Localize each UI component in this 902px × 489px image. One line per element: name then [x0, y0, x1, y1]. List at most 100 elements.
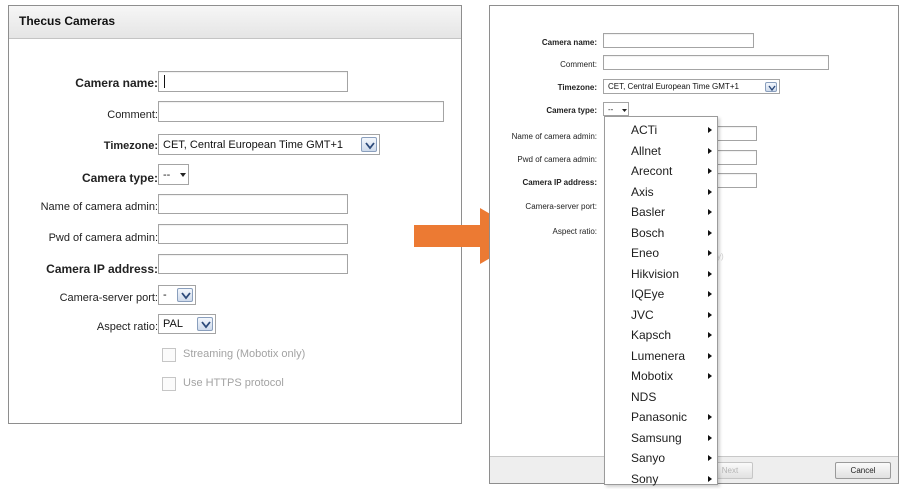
timezone-select[interactable]: CET, Central European Time GMT+1 [158, 134, 380, 155]
menu-item-axis[interactable]: Axis [605, 182, 717, 203]
camera-type-label: Camera type: [82, 171, 158, 185]
caret-right-icon [708, 250, 712, 256]
menu-item-hikvision[interactable]: Hikvision [605, 264, 717, 285]
menu-item-label: Basler [631, 205, 665, 219]
timezone-value: CET, Central European Time GMT+1 [608, 82, 739, 91]
streaming-checkbox[interactable] [162, 348, 176, 362]
menu-item-label: Lumenera [631, 349, 685, 363]
menu-item-lumenera[interactable]: Lumenera [605, 346, 717, 367]
menu-item-label: Eneo [631, 246, 659, 260]
admin-name-input[interactable] [158, 194, 348, 214]
caret-right-icon [708, 332, 712, 338]
admin-pwd-label: Pwd of camera admin: [517, 155, 597, 164]
caret-right-icon [708, 312, 712, 318]
comment-label: Comment: [560, 60, 597, 69]
timezone-label: Timezone: [558, 83, 597, 92]
streaming-label: Streaming (Mobotix only) [183, 348, 305, 360]
caret-right-icon [708, 148, 712, 154]
menu-item-samsung[interactable]: Samsung [605, 428, 717, 449]
menu-item-label: Arecont [631, 164, 672, 178]
chevron-down-icon[interactable] [177, 288, 193, 302]
camera-type-dropdown-panel: Camera name: Comment: Timezone: CET, Cen… [489, 5, 899, 484]
camera-settings-panel: Thecus Cameras Camera name: Comment: Tim… [8, 5, 462, 424]
timezone-value: CET, Central European Time GMT+1 [163, 139, 343, 151]
menu-item-label: Allnet [631, 144, 661, 158]
menu-item-panasonic[interactable]: Panasonic [605, 407, 717, 428]
menu-item-label: Mobotix [631, 369, 673, 383]
menu-item-label: IQEye [631, 287, 664, 301]
caret-right-icon [708, 271, 712, 277]
menu-item-label: JVC [631, 308, 654, 322]
ip-address-input[interactable] [716, 173, 757, 188]
https-label: Use HTTPS protocol [183, 377, 284, 389]
menu-item-eneo[interactable]: Eneo [605, 243, 717, 264]
camera-name-input[interactable] [603, 33, 754, 48]
cancel-button[interactable]: Cancel [835, 462, 891, 479]
menu-item-sanyo[interactable]: Sanyo [605, 448, 717, 469]
aspect-ratio-label: Aspect ratio: [553, 227, 597, 236]
admin-pwd-input[interactable] [158, 224, 348, 244]
menu-item-label: Axis [631, 185, 654, 199]
timezone-label: Timezone: [104, 140, 158, 152]
camera-name-input[interactable] [158, 71, 348, 92]
menu-item-arecont[interactable]: Arecont [605, 161, 717, 182]
camera-name-label: Camera name: [75, 76, 158, 90]
panel-title: Thecus Cameras [19, 14, 115, 28]
menu-item-label: Panasonic [631, 410, 687, 424]
server-port-label: Camera-server port: [60, 292, 158, 304]
caret-right-icon [708, 414, 712, 420]
camera-type-menu: ACTi Allnet Arecont Axis Basler Bosch Eneo Hikv… [604, 116, 718, 485]
camera-type-value: -- [163, 169, 170, 181]
comment-label: Comment: [107, 109, 158, 121]
menu-item-kapsch[interactable]: Kapsch [605, 325, 717, 346]
camera-type-select[interactable]: -- [158, 164, 189, 185]
menu-item-allnet[interactable]: Allnet [605, 141, 717, 162]
timezone-select[interactable]: CET, Central European Time GMT+1 [603, 79, 780, 94]
caret-right-icon [708, 291, 712, 297]
menu-item-jvc[interactable]: JVC [605, 305, 717, 326]
server-port-select[interactable]: - [158, 285, 196, 305]
aspect-ratio-label: Aspect ratio: [97, 321, 158, 333]
caret-down-icon [180, 173, 186, 177]
server-port-value: - [163, 289, 167, 301]
menu-item-nds[interactable]: NDS [605, 387, 717, 408]
camera-type-label: Camera type: [546, 106, 597, 115]
menu-item-label: Bosch [631, 226, 664, 240]
admin-name-input[interactable] [716, 126, 757, 141]
menu-item-label: ACTi [631, 123, 657, 137]
caret-right-icon [708, 230, 712, 236]
caret-down-icon [622, 109, 627, 112]
chevron-down-icon[interactable] [197, 317, 213, 331]
caret-right-icon [708, 373, 712, 379]
aspect-ratio-value: PAL [163, 318, 183, 330]
menu-item-acti[interactable]: ACTi [605, 120, 717, 141]
caret-right-icon [708, 476, 712, 482]
caret-right-icon [708, 353, 712, 359]
menu-item-iqeye[interactable]: IQEye [605, 284, 717, 305]
aspect-ratio-select[interactable]: PAL [158, 314, 216, 334]
caret-right-icon [708, 435, 712, 441]
admin-pwd-label: Pwd of camera admin: [49, 232, 158, 244]
menu-item-sony[interactable]: Sony [605, 469, 717, 489]
menu-item-mobotix[interactable]: Mobotix [605, 366, 717, 387]
https-checkbox[interactable] [162, 377, 176, 391]
comment-input[interactable] [603, 55, 829, 70]
admin-pwd-input[interactable] [716, 150, 757, 165]
menu-item-bosch[interactable]: Bosch [605, 223, 717, 244]
camera-type-value: -- [608, 105, 613, 114]
camera-name-label: Camera name: [542, 38, 597, 47]
caret-right-icon [708, 455, 712, 461]
menu-item-label: Sanyo [631, 451, 665, 465]
ip-address-input[interactable] [158, 254, 348, 274]
chevron-down-icon[interactable] [765, 82, 777, 92]
comment-input[interactable] [158, 101, 444, 122]
admin-name-label: Name of camera admin: [512, 132, 597, 141]
menu-item-basler[interactable]: Basler [605, 202, 717, 223]
menu-item-label: Kapsch [631, 328, 671, 342]
admin-name-label: Name of camera admin: [41, 201, 158, 213]
chevron-down-icon[interactable] [361, 137, 377, 152]
server-port-label: Camera-server port: [525, 202, 597, 211]
ip-address-label: Camera IP address: [522, 178, 597, 187]
camera-type-select[interactable]: -- [603, 102, 629, 116]
caret-right-icon [708, 168, 712, 174]
